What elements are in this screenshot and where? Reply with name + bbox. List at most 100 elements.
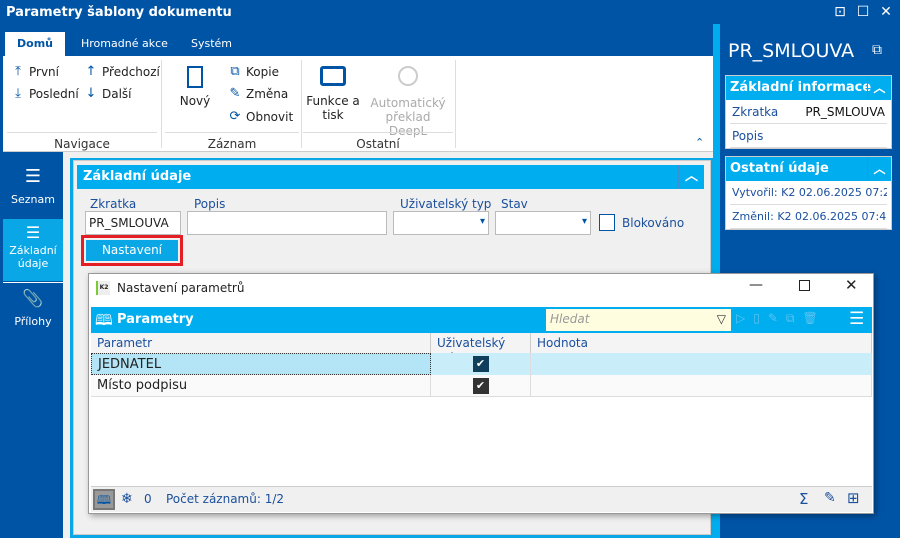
edit-button[interactable]: ✎ Změna xyxy=(229,86,289,101)
cell-parametr: JEDNATEL xyxy=(91,353,431,375)
copy-icon: ⧉ xyxy=(230,64,240,79)
new-button[interactable]: Nový xyxy=(175,64,215,108)
chevron-up-icon[interactable]: ︿ xyxy=(867,157,891,181)
refresh-button[interactable]: ⟳ Obnovit xyxy=(229,109,294,124)
previous-label: Předchozí xyxy=(102,64,160,79)
cell-parametr: Místo podpisu xyxy=(91,375,431,397)
edit-icon[interactable]: ✎ xyxy=(824,490,836,506)
popis-label: Popis xyxy=(194,197,226,211)
arrow-down-icon: ↓ xyxy=(85,86,97,101)
typ-select[interactable]: ▾ xyxy=(393,211,489,235)
created-label: Vytvořil: xyxy=(732,186,778,199)
card-other-info: Ostatní údaje ︿ Vytvořil: K2 02.06.2025 0… xyxy=(725,156,892,230)
zkratka-input[interactable]: PR_SMLOUVA xyxy=(85,211,181,235)
deepl-button[interactable]: Automatický překlad DeepL xyxy=(367,64,449,138)
chevron-up-icon[interactable]: ︿ xyxy=(867,76,891,100)
sidebar-label: Základní údaje xyxy=(9,244,57,270)
copy-label: Kopie xyxy=(246,64,279,79)
zkratka-label: Zkratka xyxy=(90,197,137,211)
printer-icon xyxy=(320,66,346,86)
first-button[interactable]: ⤒ První xyxy=(12,64,59,79)
maximize-button[interactable] xyxy=(799,280,810,291)
sidebar-item-zakladni-udaje[interactable]: ☰ Základní údaje xyxy=(3,219,63,281)
add-document-icon[interactable]: ⊞ xyxy=(847,489,860,507)
paperclip-icon: 📎 xyxy=(22,289,44,309)
next-label: Další xyxy=(102,86,132,101)
filter-icon[interactable]: ▽ xyxy=(717,312,726,326)
blokovano-label: Blokováno xyxy=(622,216,685,230)
blokovano-checkbox[interactable] xyxy=(599,214,615,231)
chevron-up-icon[interactable]: ︿ xyxy=(678,165,704,189)
card-title: Ostatní údaje xyxy=(730,161,829,176)
print-button[interactable]: Funkce a tisk xyxy=(305,64,361,122)
cell-hodnota[interactable] xyxy=(531,375,872,397)
popis-label: Popis xyxy=(732,129,764,143)
arrow-bottom-icon: ⤓ xyxy=(15,86,21,101)
filter-count: 0 xyxy=(144,492,152,506)
arrow-up-icon: ↑ xyxy=(85,64,97,79)
deepl-icon xyxy=(398,66,418,86)
arrow-top-icon: ⤒ xyxy=(15,64,21,79)
popis-input[interactable] xyxy=(187,211,387,235)
previous-button[interactable]: ↑ Předchozí xyxy=(85,64,160,79)
section-title: Základní údaje xyxy=(83,169,192,184)
created-value: K2 02.06.2025 07:2... xyxy=(781,186,887,199)
print-label: Funkce a tisk xyxy=(306,94,360,122)
section-header-zakladni-udaje: Základní údaje ︿ xyxy=(77,165,704,189)
sidebar-label: Přílohy xyxy=(14,315,52,328)
table-row[interactable]: JEDNATEL ✔ xyxy=(91,353,872,375)
highlight-box: Nastavení xyxy=(81,235,183,266)
parameters-dialog: K2 Nastavení parametrů — ✕ 🕮 Parametry H… xyxy=(88,273,874,514)
changed-label: Změnil: xyxy=(732,210,774,223)
last-button[interactable]: ⤓ Poslední xyxy=(12,86,79,101)
column-header-uzivatelsky-vstup[interactable]: Uživatelský vstup xyxy=(431,333,531,364)
zkratka-value: PR_SMLOUVA xyxy=(805,105,885,119)
copy-button[interactable]: ⧉ Kopie xyxy=(229,64,279,79)
refresh-icon: ⟳ xyxy=(229,109,241,124)
nastaveni-button[interactable]: Nastavení xyxy=(86,240,178,261)
changed-value: K2 02.06.2025 07:47... xyxy=(777,210,887,223)
sidebar-item-prilohy[interactable]: 📎 Přílohy xyxy=(3,282,63,340)
tab-hromadne-akce[interactable]: Hromadné akce xyxy=(69,32,180,56)
tab-system[interactable]: Systém xyxy=(179,32,244,56)
checkbox-checked[interactable]: ✔ xyxy=(472,356,489,372)
sidebar-label: Seznam xyxy=(11,193,55,206)
menu-icon[interactable]: ☰ xyxy=(849,309,864,329)
cell-hodnota[interactable] xyxy=(531,353,872,375)
sum-icon[interactable]: Σ xyxy=(799,490,808,508)
new-label: Nový xyxy=(179,94,211,108)
stav-label: Stav xyxy=(501,197,528,211)
search-placeholder: Hledat xyxy=(550,312,590,326)
checkbox-checked[interactable]: ✔ xyxy=(472,378,489,394)
collapse-ribbon-icon[interactable]: ⌃ xyxy=(695,136,704,149)
refresh-label: Obnovit xyxy=(246,109,294,124)
typ-label: Uživatelský typ xyxy=(400,197,492,211)
close-button[interactable]: ✕ xyxy=(845,276,858,294)
dropdown-icon: ▾ xyxy=(479,216,485,227)
search-input[interactable]: Hledat ▽ xyxy=(546,309,731,331)
card-title: Základní informace xyxy=(730,80,872,95)
sidebar-item-seznam[interactable]: ☰ Seznam xyxy=(3,160,63,218)
ribbon: ⤒ První ⤓ Poslední ↑ Předchozí ↓ Další Navig… xyxy=(3,56,713,152)
book-view-button[interactable]: 🕮 xyxy=(93,489,115,510)
table-row[interactable]: Místo podpisu ✔ xyxy=(91,375,872,397)
stav-select[interactable]: ▾ xyxy=(495,211,591,235)
maximize-button[interactable]: ☐ xyxy=(853,2,873,22)
disabled-toolbar-icons: ▷▯✎⧉🗑 xyxy=(736,311,826,325)
grid-header: 🕮 Parametry Hledat ▽ ▷▯✎⧉🗑 ☰ xyxy=(91,307,872,333)
column-header-hodnota[interactable]: Hodnota xyxy=(531,333,872,353)
tab-domu[interactable]: Domů xyxy=(5,32,65,56)
zkratka-label: Zkratka xyxy=(732,105,779,119)
column-header-parametr[interactable]: Parametr xyxy=(91,333,431,353)
snowflake-icon[interactable]: ❄ xyxy=(121,491,133,507)
minimize-button[interactable]: — xyxy=(749,277,763,293)
dropdown-icon: ▾ xyxy=(581,216,587,227)
close-button[interactable]: ✕ xyxy=(876,2,896,22)
pencil-icon: ✎ xyxy=(229,86,241,101)
next-button[interactable]: ↓ Další xyxy=(85,86,132,101)
ribbon-tabs: Domů Hromadné akce Systém xyxy=(3,26,713,56)
open-external-icon[interactable]: ⧉ xyxy=(872,42,882,58)
menu-icon: ☰ xyxy=(24,166,42,187)
card-basic-info: Základní informace ︿ Zkratka PR_SMLOUVA Po… xyxy=(725,75,892,149)
restore-button[interactable]: ⊡ xyxy=(830,2,850,22)
